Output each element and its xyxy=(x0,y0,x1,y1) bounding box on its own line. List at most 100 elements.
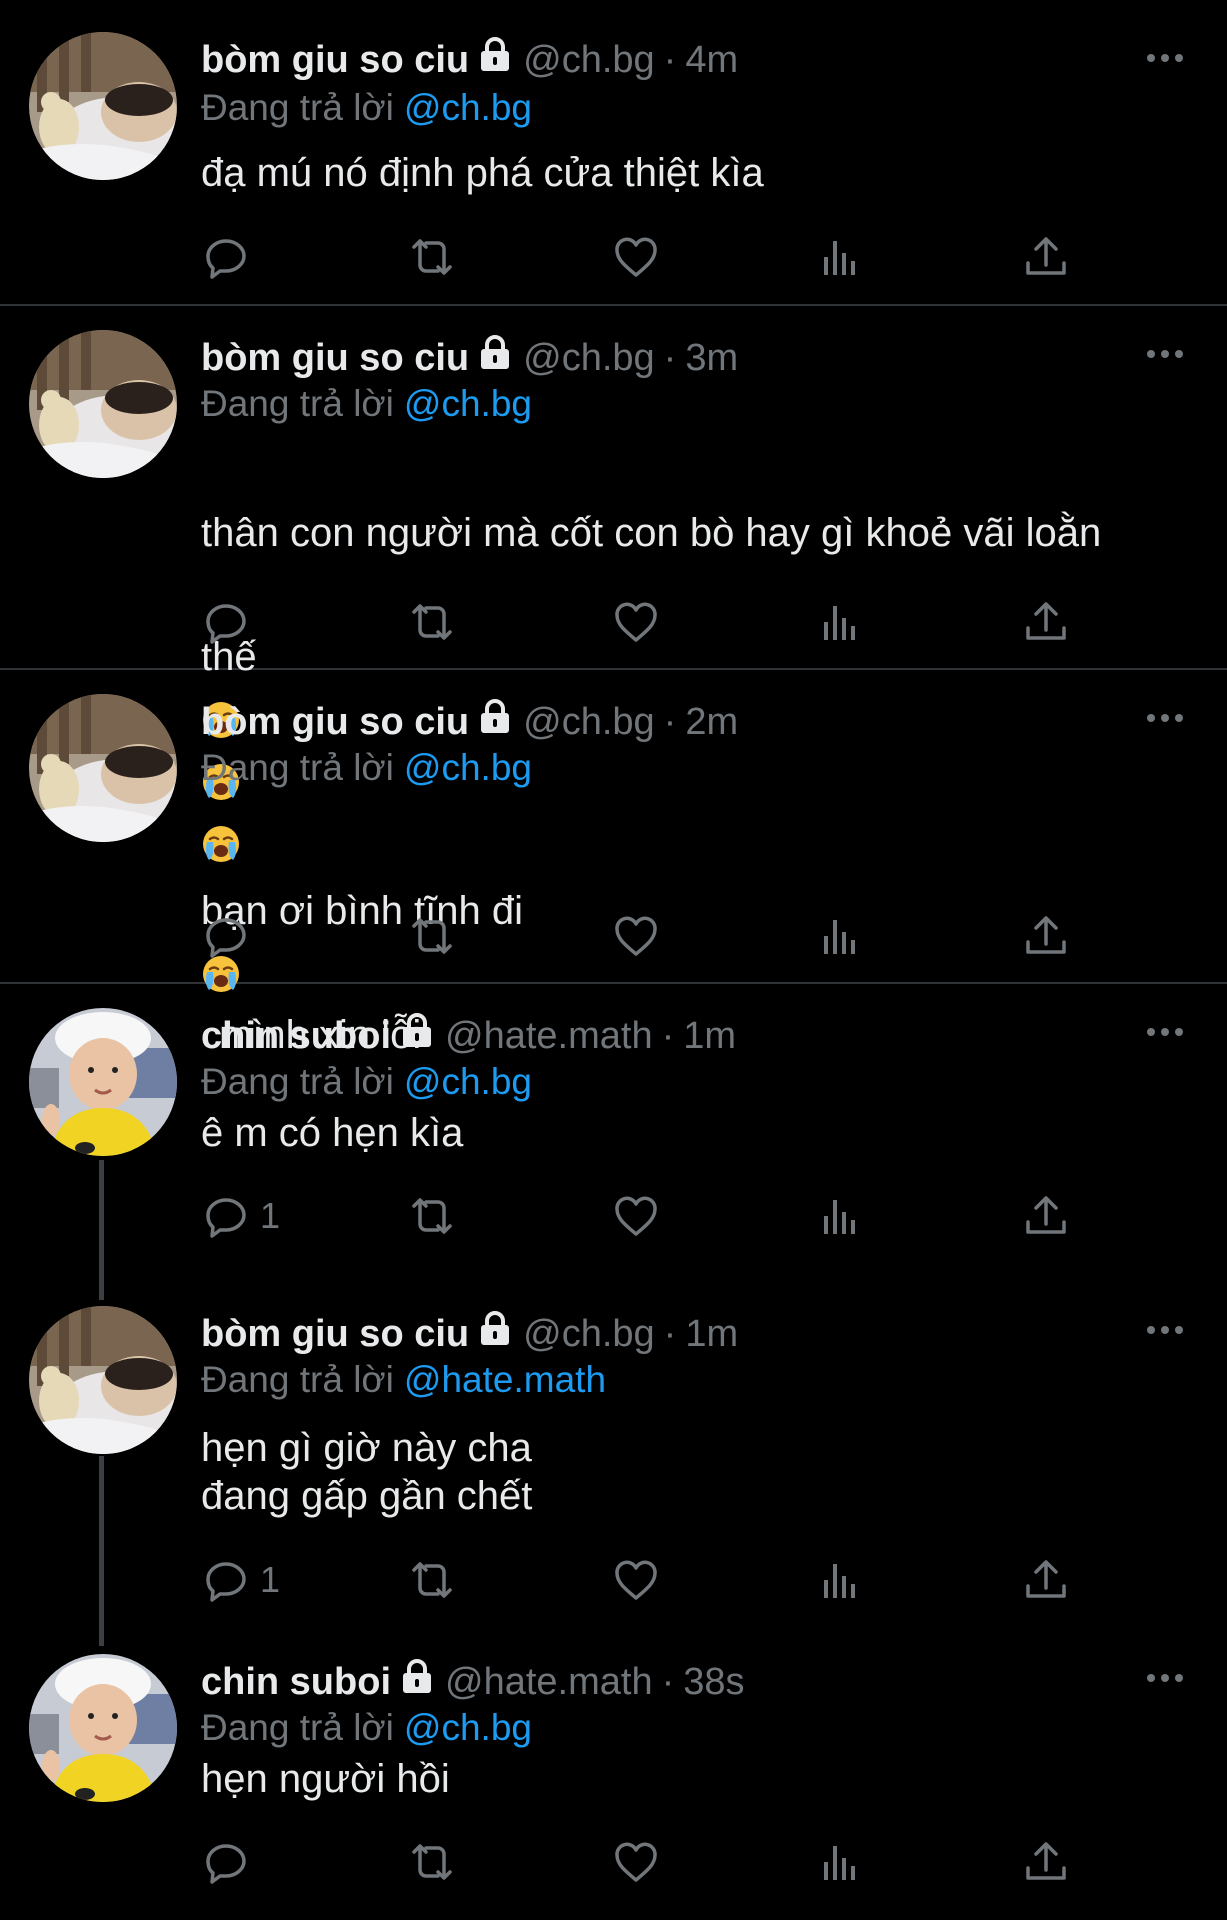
views-button[interactable] xyxy=(818,910,866,962)
reply-mention-link[interactable]: @ch.bg xyxy=(404,1707,532,1749)
separator-dot: · xyxy=(663,336,677,379)
more-dots-icon[interactable] xyxy=(1145,344,1185,364)
replying-to-label: Đang trả lời xyxy=(201,747,394,788)
more-dots-icon[interactable] xyxy=(1145,1320,1185,1340)
user-handle[interactable]: @hate.math xyxy=(445,1015,653,1058)
reply-bubble-icon xyxy=(202,598,250,646)
reply-mention-link[interactable]: @ch.bg xyxy=(404,87,532,129)
avatar[interactable] xyxy=(29,1008,177,1156)
share-upload-icon xyxy=(1022,1838,1070,1886)
retweet-icon xyxy=(406,912,458,960)
display-name[interactable]: chin suboi xyxy=(201,1661,391,1704)
tweet[interactable]: chin suboi @hate.math · 1m Đang trả lời … xyxy=(0,984,1227,1284)
views-button[interactable] xyxy=(818,596,866,648)
user-handle[interactable]: @ch.bg xyxy=(523,1313,655,1356)
views-button[interactable] xyxy=(818,1190,866,1242)
timestamp[interactable]: 4m xyxy=(685,39,738,82)
tweet-header: chin suboi @hate.math · 1m xyxy=(201,1010,736,1062)
avatar[interactable] xyxy=(29,1654,177,1802)
tweet[interactable]: bòm giu so ciu @ch.bg · 1m Đang trả lời … xyxy=(0,1284,1227,1634)
share-button[interactable] xyxy=(1022,1190,1070,1242)
timestamp[interactable]: 1m xyxy=(683,1015,736,1058)
user-handle[interactable]: @hate.math xyxy=(445,1661,653,1704)
lock-icon xyxy=(477,37,513,83)
share-upload-icon xyxy=(1022,1556,1070,1604)
retweet-button[interactable] xyxy=(406,1190,458,1242)
tweet[interactable]: bòm giu so ciu @ch.bg · 3m Đang trả lời … xyxy=(0,306,1227,668)
views-bar-chart-icon xyxy=(818,1838,866,1886)
replying-to: Đang trả lời @ch.bg xyxy=(201,744,532,792)
replying-to: Đang trả lời @ch.bg xyxy=(201,1058,532,1106)
reply-mention-link[interactable]: @ch.bg xyxy=(404,1061,532,1103)
heart-icon xyxy=(612,1192,660,1240)
display-name[interactable]: chin suboi xyxy=(201,1015,391,1058)
like-button[interactable] xyxy=(612,231,660,283)
more-dots-icon[interactable] xyxy=(1145,1022,1185,1042)
avatar[interactable] xyxy=(29,32,177,180)
retweet-button[interactable] xyxy=(406,1554,458,1606)
display-name[interactable]: bòm giu so ciu xyxy=(201,39,469,82)
timestamp[interactable]: 2m xyxy=(685,701,738,744)
views-button[interactable] xyxy=(818,231,866,283)
avatar[interactable] xyxy=(29,330,177,478)
retweet-icon xyxy=(406,1556,458,1604)
replying-to-label: Đang trả lời xyxy=(201,87,394,128)
user-handle[interactable]: @ch.bg xyxy=(523,337,655,380)
share-button[interactable] xyxy=(1022,1836,1070,1888)
timestamp[interactable]: 38s xyxy=(683,1661,744,1704)
views-bar-chart-icon xyxy=(818,233,866,281)
like-button[interactable] xyxy=(612,1554,660,1606)
reply-count: 1 xyxy=(260,1195,281,1236)
tweet[interactable]: bòm giu so ciu @ch.bg · 2m Đang trả lời … xyxy=(0,670,1227,1057)
share-button[interactable] xyxy=(1022,596,1070,648)
replying-to-label: Đang trả lời xyxy=(201,1707,394,1748)
reply-button[interactable] xyxy=(202,596,260,648)
heart-icon xyxy=(612,912,660,960)
reply-bubble-icon xyxy=(202,1838,250,1886)
display-name[interactable]: bòm giu so ciu xyxy=(201,701,469,744)
share-button[interactable] xyxy=(1022,910,1070,962)
like-button[interactable] xyxy=(612,1836,660,1888)
views-button[interactable] xyxy=(818,1554,866,1606)
reply-button[interactable] xyxy=(202,1836,260,1888)
timestamp[interactable]: 1m xyxy=(685,1313,738,1356)
retweet-button[interactable] xyxy=(406,596,458,648)
reply-button[interactable] xyxy=(202,231,260,283)
display-name[interactable]: bòm giu so ciu xyxy=(201,337,469,380)
avatar[interactable] xyxy=(29,1306,177,1454)
retweet-button[interactable] xyxy=(406,910,458,962)
display-name[interactable]: bòm giu so ciu xyxy=(201,1313,469,1356)
reply-button[interactable]: 1 xyxy=(202,1554,280,1606)
retweet-button[interactable] xyxy=(406,231,458,283)
more-dots-icon[interactable] xyxy=(1145,48,1185,68)
more-dots-icon[interactable] xyxy=(1145,1668,1185,1688)
retweet-icon xyxy=(406,1838,458,1886)
reply-button[interactable] xyxy=(202,910,260,962)
reply-button[interactable]: 1 xyxy=(202,1190,280,1242)
user-handle[interactable]: @ch.bg xyxy=(523,39,655,82)
share-button[interactable] xyxy=(1022,231,1070,283)
tweet-header: bòm giu so ciu @ch.bg · 2m xyxy=(201,696,738,748)
tweet[interactable]: chin suboi @hate.math · 38s Đang trả lời… xyxy=(0,1634,1227,1920)
tweet-header: bòm giu so ciu @ch.bg · 4m xyxy=(201,34,738,86)
separator-dot: · xyxy=(661,1014,675,1057)
like-button[interactable] xyxy=(612,1190,660,1242)
reply-mention-link[interactable]: @ch.bg xyxy=(404,747,532,789)
tweet[interactable]: bòm giu so ciu @ch.bg · 4m Đang trả lời … xyxy=(0,0,1227,304)
views-bar-chart-icon xyxy=(818,1556,866,1604)
views-button[interactable] xyxy=(818,1836,866,1888)
share-button[interactable] xyxy=(1022,1554,1070,1606)
reply-mention-link[interactable]: @ch.bg xyxy=(404,383,532,425)
share-upload-icon xyxy=(1022,912,1070,960)
retweet-button[interactable] xyxy=(406,1836,458,1888)
lock-icon xyxy=(399,1659,435,1705)
timestamp[interactable]: 3m xyxy=(685,337,738,380)
lock-icon xyxy=(399,1013,435,1059)
views-bar-chart-icon xyxy=(818,598,866,646)
avatar[interactable] xyxy=(29,694,177,842)
user-handle[interactable]: @ch.bg xyxy=(523,701,655,744)
more-dots-icon[interactable] xyxy=(1145,708,1185,728)
reply-mention-link[interactable]: @hate.math xyxy=(404,1359,606,1401)
like-button[interactable] xyxy=(612,910,660,962)
like-button[interactable] xyxy=(612,596,660,648)
